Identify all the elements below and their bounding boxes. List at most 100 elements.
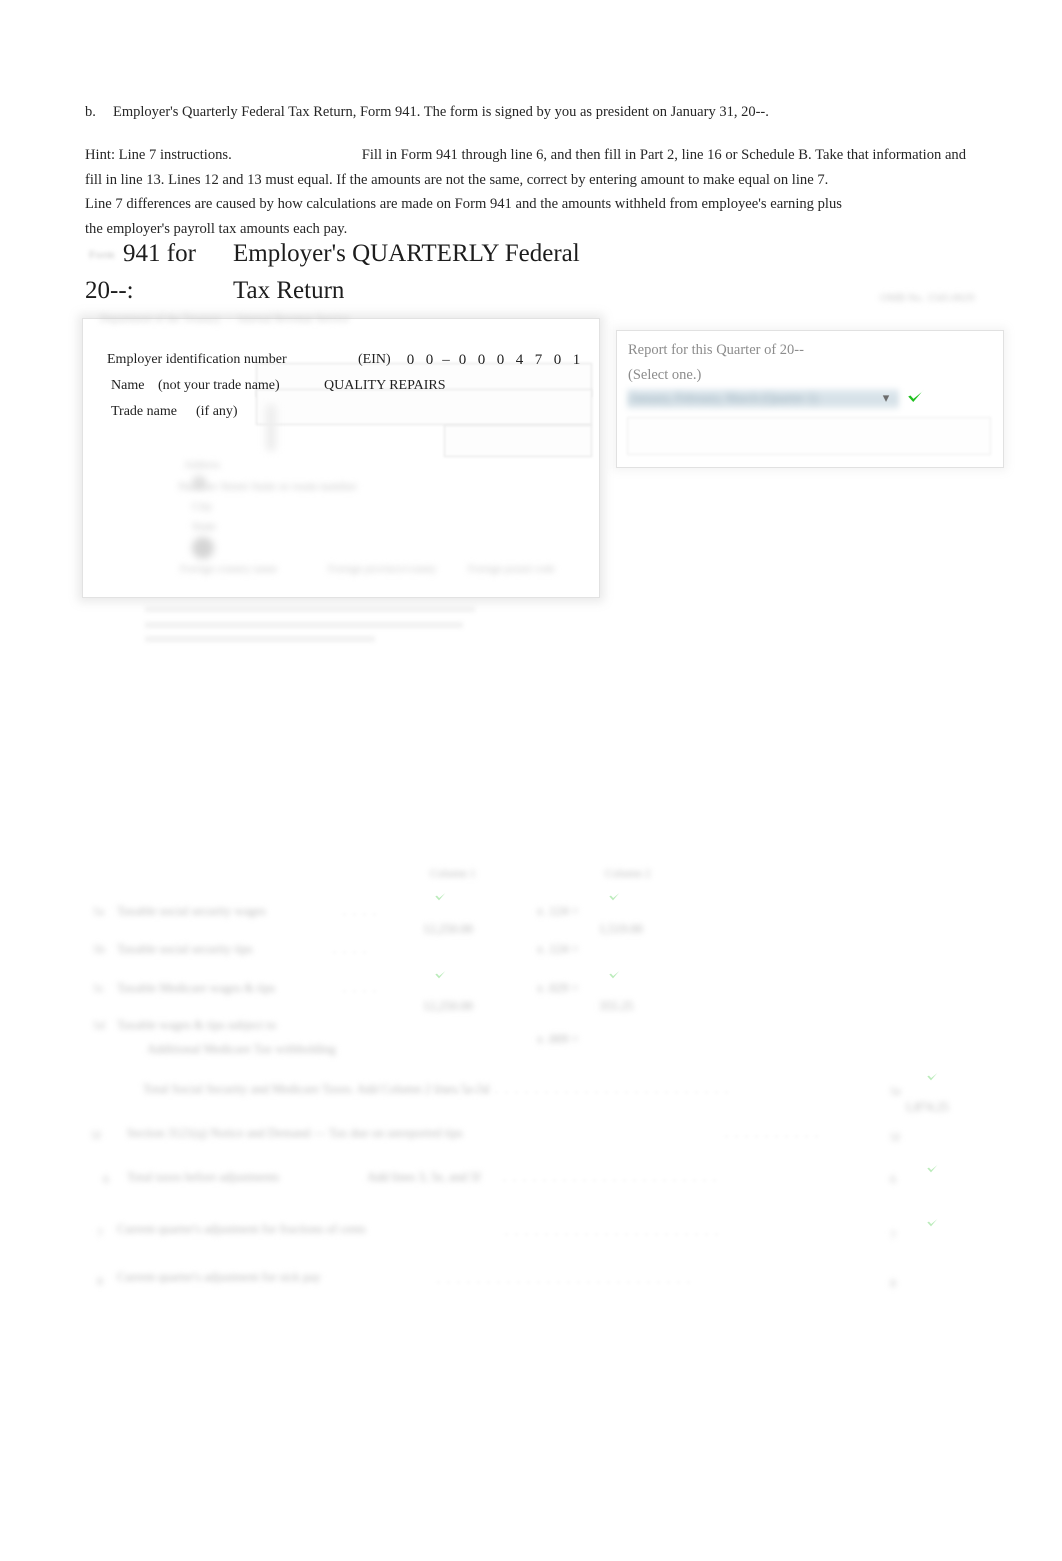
green-check-icon [433, 966, 449, 982]
address-line-2-blurred: City [192, 499, 213, 513]
hint-line-2: fill in line 13. Lines 12 and 13 must eq… [85, 171, 829, 188]
leader-dots: . . . . . . . . . . [725, 1126, 820, 1140]
form-title-row-2: 20--: Tax Return [85, 277, 605, 313]
column-2-header: Column 2 [605, 868, 651, 880]
form-title-line-2: Tax Return [233, 277, 345, 304]
exercise-item-b: b. Employer's Quarterly Federal Tax Retur… [85, 103, 965, 121]
line-number-right: 6 [890, 1172, 896, 1186]
form-941-header-box: Department of the Treasury — Internal Re… [82, 313, 600, 598]
hint-block: Hint: Line 7 instructions. Fill in Form 9… [85, 143, 967, 241]
green-check-icon [925, 1160, 941, 1176]
dashed-line-1 [145, 606, 475, 612]
foreign-province-label-blurred: Foreign province/county [328, 563, 437, 575]
line-col1-value: 12,250.00 [423, 922, 473, 936]
line-label: Taxable social security tips [117, 942, 253, 956]
line-number: 6 [103, 1172, 109, 1186]
item-text: Employer's Quarterly Federal Tax Return,… [113, 104, 769, 120]
address-line-3-blurred: State [192, 519, 216, 533]
hint-text-1: Fill in Form 941 through line 6, and the… [361, 147, 967, 163]
leader-dots: . . . . [343, 904, 378, 918]
foreign-postal-label-blurred: Foreign postal code [468, 563, 555, 575]
employer-name-value: QUALITY REPAIRS [324, 378, 446, 393]
quarter-panel-lower-box [627, 417, 991, 455]
green-check-icon [607, 888, 623, 904]
line-label-cont: Additional Medicare Tax withholding [147, 1042, 336, 1056]
line-label: Total taxes before adjustments [127, 1170, 280, 1184]
form-box-inner: Department of the Treasury — Internal Re… [96, 313, 592, 589]
line-number-right: 8 [890, 1276, 896, 1290]
decorative-blur-bar [266, 405, 276, 451]
foreign-country-label-blurred: Foreign country name [180, 563, 278, 575]
form-title-line-1: Employer's QUARTERLY Federal [233, 240, 580, 267]
treasury-strip: Department of the Treasury — Internal Re… [100, 313, 349, 325]
ein-paren-label: (EIN) [358, 352, 391, 367]
line-col2-value: 1,519.00 [599, 922, 643, 936]
line-number: 5b [93, 942, 105, 956]
name-sublabel: (not your trade name) [158, 378, 280, 393]
form-lines-table: Column 1 Column 2 5a Taxable social secu… [85, 860, 965, 1305]
line-number: 8 [97, 1274, 103, 1288]
form-word-label: Form [89, 249, 115, 261]
address-icon-blur [192, 537, 214, 559]
green-check-icon [433, 888, 449, 904]
line-col2-value: 355.25 [599, 999, 634, 1013]
line-number-right: 5f [890, 1130, 900, 1144]
line-number: 5a [93, 904, 105, 918]
green-check-icon [925, 1068, 941, 1084]
trade-name-label: Trade name [111, 404, 177, 419]
line-number: 7 [97, 1226, 103, 1240]
line-multiplier: x .009 = [537, 1032, 579, 1046]
chevron-down-icon[interactable]: ▾ [879, 389, 893, 407]
report-quarter-panel: Report for this Quarter of 20-- (Select … [616, 330, 1004, 468]
line-number: 5f [91, 1128, 101, 1142]
form-title-area: Form 941 for Employer's QUARTERLY Federa… [85, 240, 605, 310]
line-label: Section 3121(q) Notice and Demand — Tax … [127, 1126, 463, 1140]
ein-label: Employer identification number [107, 352, 287, 367]
trade-name-input-box[interactable] [444, 425, 592, 457]
name-input-box[interactable] [256, 389, 592, 425]
quarter-selected-value: January, February, March (Quarter 1) [631, 391, 818, 405]
line-number: 5c [93, 981, 105, 995]
leader-dots: . . . . . . . . . . . . . . . . . . . . … [503, 1170, 718, 1184]
instructions-block: b. Employer's Quarterly Federal Tax Retur… [85, 103, 967, 241]
quarter-panel-subtitle: (Select one.) [628, 367, 702, 383]
line-multiplier: x .124 = [537, 942, 579, 956]
line-label: Taxable social security wages [117, 904, 266, 918]
line-multiplier: x .029 = [537, 981, 579, 995]
line-formula: Add lines 3, 5e, and 5f [367, 1170, 481, 1184]
hint-line-1: Hint: Line 7 instructions. Fill in Form 9… [85, 143, 967, 168]
leader-dots: . . . . . . . . . . . . . . . . . . . . … [437, 1272, 692, 1286]
line-col1-value: 12,250.00 [423, 999, 473, 1013]
ein-value: 0 0–0 0 0 4 7 0 1 [406, 352, 581, 368]
hint-label: Hint: Line 7 instructions. [85, 147, 232, 163]
line-number-right: 5e [890, 1084, 902, 1098]
leader-dots: . . . . [343, 981, 378, 995]
line-total-value: 1,874.25 [905, 1100, 949, 1114]
hint-line-4: the employer's payroll tax amounts each … [85, 220, 348, 237]
green-check-icon [925, 1214, 941, 1230]
line-multiplier: x .124 = [537, 904, 579, 918]
hint-line-3: Line 7 differences are caused by how cal… [85, 196, 842, 212]
dashed-line-3 [145, 636, 375, 642]
form-footer-dashed-lines [145, 606, 475, 644]
green-check-icon [905, 385, 927, 407]
line-label: Current quarter's adjustment for fractio… [117, 1222, 366, 1236]
trade-name-sublabel: (if any) [196, 404, 238, 419]
dashed-line-2 [145, 622, 463, 628]
leader-dots: . . . . [333, 942, 368, 956]
item-letter: b. [85, 104, 96, 120]
name-label: Name [111, 378, 145, 393]
green-check-icon [607, 966, 623, 982]
line-label: Taxable wages & tips subject to [117, 1018, 277, 1032]
form-year-label: 20--: [85, 277, 134, 304]
quarter-panel-title: Report for this Quarter of 20-- [628, 342, 804, 358]
leader-dots: . . . . . . . . . . . . . . . . . . . . … [435, 1082, 730, 1096]
address-line-1-blurred: Number Street Suite or room number [178, 479, 357, 493]
column-1-header: Column 1 [430, 868, 476, 880]
line-number: 5d [93, 1018, 105, 1032]
line-number-right: 7 [890, 1228, 896, 1242]
leader-dots: . . . . . . . . . . . . . . . . . . . . … [505, 1224, 720, 1238]
address-header-blurred: Address [184, 459, 221, 471]
form-number: 941 for [123, 240, 196, 267]
omb-number: OMB No. 1545-0029 [880, 292, 975, 304]
